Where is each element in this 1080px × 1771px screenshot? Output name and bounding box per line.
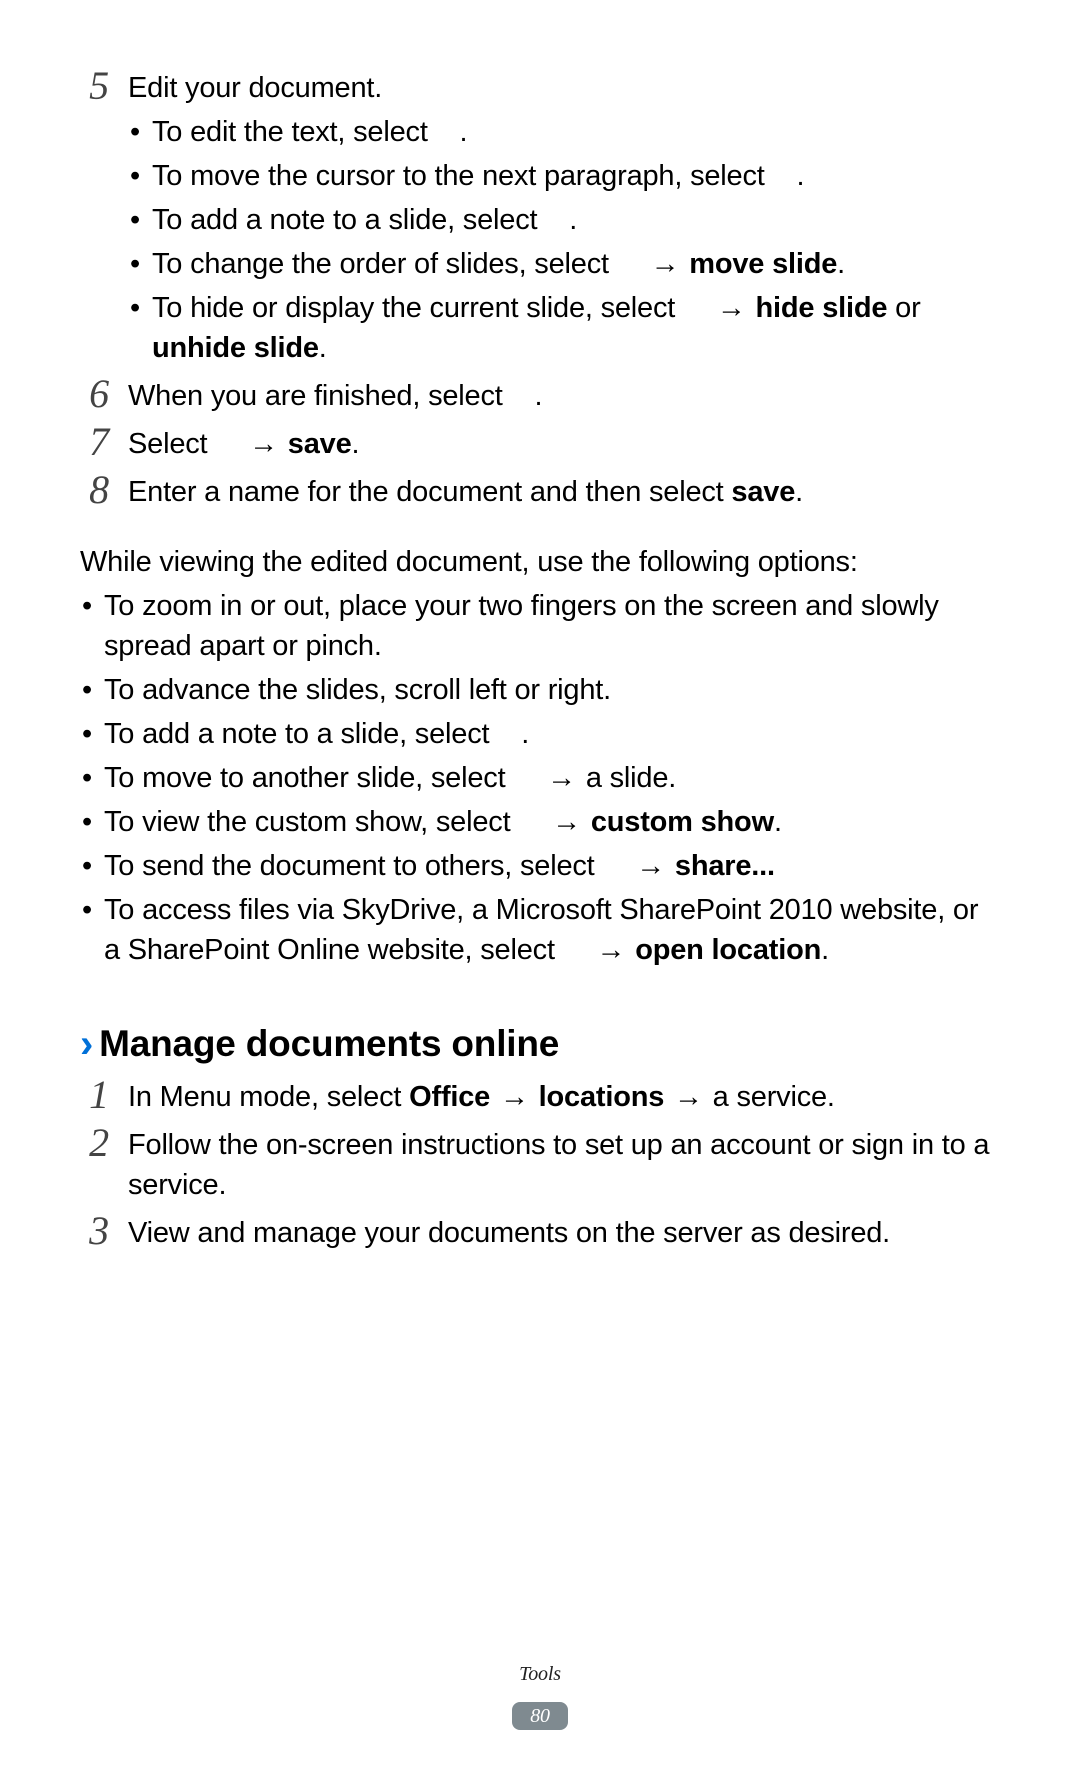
- viewing-options-list: To zoom in or out, place your two finger…: [80, 586, 1000, 970]
- step-body: Enter a name for the document and then s…: [118, 472, 1000, 512]
- numbered-step: 8Enter a name for the document and then …: [80, 472, 1000, 512]
- step-number: 6: [80, 374, 118, 414]
- arrow-icon: →: [717, 292, 746, 324]
- bullet-item: To move to another slide, select → a sli…: [80, 758, 1000, 798]
- arrow-icon: →: [500, 1081, 529, 1113]
- numbered-step: 1In Menu mode, select Office → locations…: [80, 1077, 1000, 1117]
- steps-list-a: 5Edit your document.To edit the text, se…: [80, 68, 1000, 512]
- bullet-item: To send the document to others, select →…: [80, 846, 1000, 886]
- arrow-icon: →: [674, 1081, 703, 1113]
- step-number: 7: [80, 422, 118, 462]
- bullet-item: To add a note to a slide, select .: [80, 714, 1000, 754]
- bullet-item: To add a note to a slide, select .: [128, 200, 1000, 240]
- step-body: View and manage your documents on the se…: [118, 1213, 1000, 1253]
- section-heading: › Manage documents online: [80, 1018, 1000, 1069]
- step-body: In Menu mode, select Office → locations …: [118, 1077, 1000, 1117]
- steps-list-b: 1In Menu mode, select Office → locations…: [80, 1077, 1000, 1253]
- numbered-step: 5Edit your document.To edit the text, se…: [80, 68, 1000, 368]
- footer-section-label: Tools: [0, 1661, 1080, 1689]
- numbered-step: 7Select → save.: [80, 424, 1000, 464]
- step-body: Edit your document.To edit the text, sel…: [118, 68, 1000, 368]
- step-number: 1: [80, 1075, 118, 1115]
- bullet-item: To edit the text, select .: [128, 112, 1000, 152]
- step-body: Select → save.: [118, 424, 1000, 464]
- step-number: 5: [80, 66, 118, 106]
- step-number: 8: [80, 470, 118, 510]
- chevron-right-icon: ›: [80, 1024, 93, 1064]
- bullet-item: To access files via SkyDrive, a Microsof…: [80, 890, 1000, 970]
- arrow-icon: →: [547, 762, 576, 794]
- arrow-icon: →: [552, 806, 581, 838]
- manual-page: 5Edit your document.To edit the text, se…: [0, 0, 1080, 1771]
- bullet-item: To advance the slides, scroll left or ri…: [80, 670, 1000, 710]
- step-body: When you are finished, select .: [118, 376, 1000, 416]
- step-number: 2: [80, 1123, 118, 1163]
- sub-bullet-list: To edit the text, select .To move the cu…: [128, 112, 1000, 368]
- page-footer: Tools 80: [0, 1661, 1080, 1733]
- numbered-step: 6When you are finished, select .: [80, 376, 1000, 416]
- numbered-step: 3View and manage your documents on the s…: [80, 1213, 1000, 1253]
- numbered-step: 2Follow the on-screen instructions to se…: [80, 1125, 1000, 1205]
- page-number-badge: 80: [512, 1702, 568, 1730]
- arrow-icon: →: [651, 248, 680, 280]
- step-body: Follow the on-screen instructions to set…: [118, 1125, 1000, 1205]
- step-number: 3: [80, 1211, 118, 1251]
- bullet-item: To hide or display the current slide, se…: [128, 288, 1000, 368]
- bullet-item: To change the order of slides, select → …: [128, 244, 1000, 284]
- section-title: Manage documents online: [99, 1018, 559, 1069]
- viewing-options-intro: While viewing the edited document, use t…: [80, 542, 1000, 582]
- arrow-icon: →: [636, 850, 665, 882]
- bullet-item: To move the cursor to the next paragraph…: [128, 156, 1000, 196]
- arrow-icon: →: [249, 428, 278, 460]
- bullet-item: To view the custom show, select → custom…: [80, 802, 1000, 842]
- bullet-item: To zoom in or out, place your two finger…: [80, 586, 1000, 666]
- arrow-icon: →: [597, 934, 626, 966]
